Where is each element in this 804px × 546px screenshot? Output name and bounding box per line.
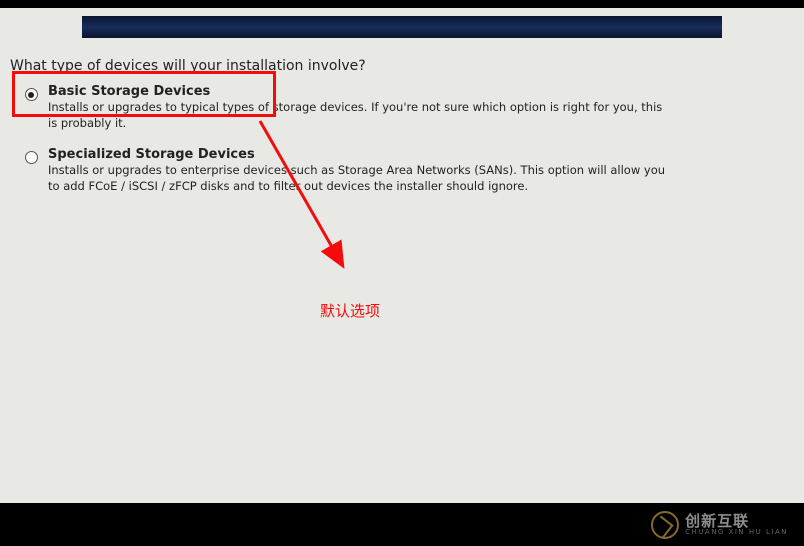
radio-cell — [20, 84, 42, 101]
radio-cell — [20, 147, 42, 164]
top-black-bar — [0, 0, 804, 8]
options-group: Basic Storage Devices Installs or upgrad… — [10, 84, 794, 194]
option-title-specialized: Specialized Storage Devices — [48, 147, 794, 162]
option-text-block: Basic Storage Devices Installs or upgrad… — [42, 84, 794, 131]
main-content: What type of devices will your installat… — [0, 38, 804, 194]
option-text-block: Specialized Storage Devices Installs or … — [42, 147, 794, 194]
watermark-sub: CHUANG XIN HU LIAN — [685, 529, 788, 536]
watermark-text: 创新互联 CHUANG XIN HU LIAN — [685, 514, 788, 536]
watermark-logo-icon — [651, 511, 679, 539]
watermark: 创新互联 CHUANG XIN HU LIAN — [651, 511, 788, 539]
option-specialized-storage[interactable]: Specialized Storage Devices Installs or … — [20, 147, 794, 194]
annotation-label: 默认选项 — [320, 300, 380, 321]
bottom-black-bar: 创新互联 CHUANG XIN HU LIAN — [0, 503, 804, 546]
option-basic-storage[interactable]: Basic Storage Devices Installs or upgrad… — [20, 84, 794, 131]
option-title-basic: Basic Storage Devices — [48, 84, 794, 99]
watermark-main: 创新互联 — [685, 514, 788, 529]
radio-basic-storage[interactable] — [25, 88, 38, 101]
radio-specialized-storage[interactable] — [25, 151, 38, 164]
question-heading: What type of devices will your installat… — [10, 58, 794, 74]
option-desc-basic: Installs or upgrades to typical types of… — [48, 100, 668, 131]
option-desc-specialized: Installs or upgrades to enterprise devic… — [48, 163, 668, 194]
header-banner — [82, 16, 722, 38]
